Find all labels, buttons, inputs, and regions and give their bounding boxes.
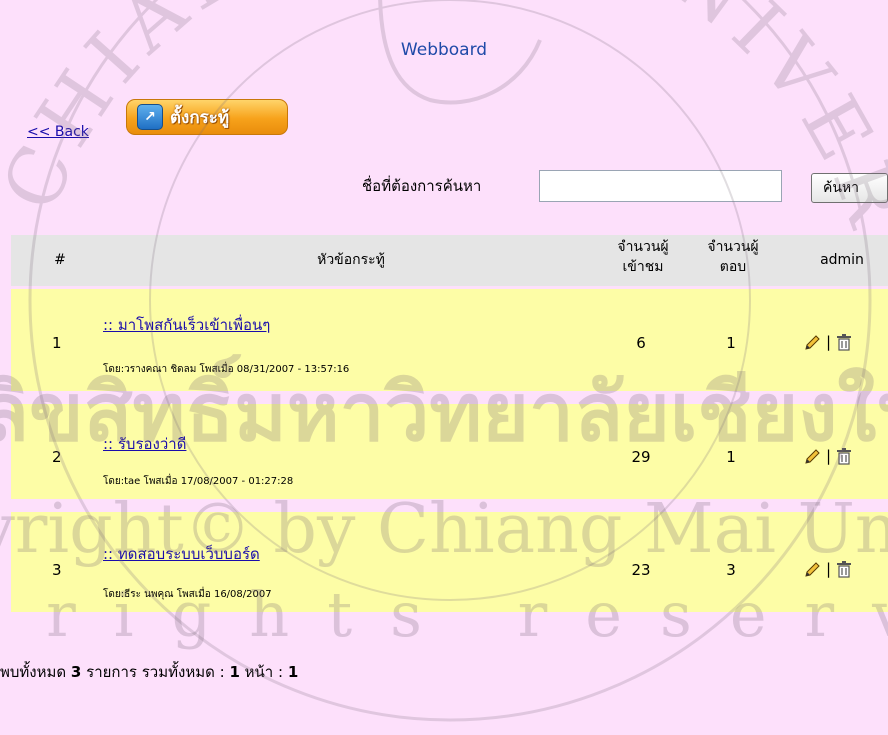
row-actions: | bbox=[804, 560, 852, 578]
row-actions: | bbox=[804, 333, 852, 351]
header-replies-line1: จำนวนผู้ bbox=[707, 239, 759, 255]
summary-prefix: พบทั้งหมด bbox=[0, 663, 67, 681]
search-input[interactable] bbox=[539, 170, 782, 202]
header-replies-line2: ตอบ bbox=[719, 259, 747, 275]
action-separator: | bbox=[826, 333, 832, 351]
topic-link[interactable]: :: มาโพสกันเร็วเข้าเพื่อนๆ bbox=[103, 313, 270, 337]
table-header: # หัวข้อกระทู้ จำนวนผู้ เข้าชม จำนวนผู้ … bbox=[11, 235, 888, 286]
back-link[interactable]: << Back bbox=[27, 124, 89, 140]
page-title: Webboard bbox=[400, 40, 488, 60]
header-admin: admin bbox=[820, 252, 864, 268]
replies-count: 1 bbox=[726, 334, 736, 352]
new-topic-label: ตั้งกระทู้ bbox=[170, 107, 230, 128]
result-summary: พบทั้งหมด 3 รายการ รวมทั้งหมด : 1 หน้า :… bbox=[0, 660, 298, 684]
webboard-panel: Webboard << Back ↗ ตั้งกระทู้ ชื่อที่ต้อ… bbox=[0, 0, 888, 735]
action-separator: | bbox=[826, 560, 832, 578]
topic-link[interactable]: :: ทดสอบระบบเว็บบอร์ด bbox=[103, 542, 260, 566]
action-separator: | bbox=[826, 447, 832, 465]
row-number: 1 bbox=[52, 334, 62, 352]
search-button[interactable]: ค้นหา bbox=[811, 173, 888, 203]
search-label: ชื่อที่ต้องการค้นหา bbox=[362, 177, 482, 195]
pencil-icon[interactable] bbox=[804, 448, 821, 465]
summary-count: 3 bbox=[70, 663, 82, 681]
summary-current: 1 bbox=[287, 663, 299, 681]
topic-meta: โดย:tae โพสเมื่อ 17/08/2007 - 01:27:28 bbox=[103, 476, 294, 487]
replies-count: 1 bbox=[726, 448, 736, 466]
topic-meta: โดย:ธีระ นพคุณ โพสเมื่อ 16/08/2007 bbox=[103, 589, 272, 600]
header-topic: หัวข้อกระทู้ bbox=[317, 252, 385, 268]
new-topic-button[interactable]: ↗ ตั้งกระทู้ bbox=[126, 99, 288, 135]
trash-icon[interactable] bbox=[836, 333, 852, 351]
topic-meta: โดย:วรางคณา ชิดลม โพสเมื่อ 08/31/2007 - … bbox=[103, 364, 350, 375]
topic-link[interactable]: :: รับรองว่าดี bbox=[103, 432, 186, 456]
summary-page-word: หน้า : bbox=[244, 663, 284, 681]
views-count: 6 bbox=[636, 334, 646, 352]
table-row: 3 :: ทดสอบระบบเว็บบอร์ด โดย:ธีระ นพคุณ โ… bbox=[11, 512, 888, 612]
header-views-line1: จำนวนผู้ bbox=[617, 239, 669, 255]
header-number: # bbox=[54, 252, 66, 268]
pencil-icon[interactable] bbox=[804, 334, 821, 351]
summary-mid: รายการ รวมทั้งหมด : bbox=[86, 663, 225, 681]
views-count: 29 bbox=[631, 448, 651, 466]
header-views-line2: เข้าชม bbox=[622, 259, 664, 275]
pencil-icon[interactable] bbox=[804, 561, 821, 578]
header-replies: จำนวนผู้ ตอบ bbox=[693, 237, 773, 277]
views-count: 23 bbox=[631, 561, 651, 579]
table-row: 2 :: รับรองว่าดี โดย:tae โพสเมื่อ 17/08/… bbox=[11, 404, 888, 499]
row-actions: | bbox=[804, 447, 852, 465]
replies-count: 3 bbox=[726, 561, 736, 579]
table-row: 1 :: มาโพสกันเร็วเข้าเพื่อนๆ โดย:วรางคณา… bbox=[11, 289, 888, 391]
new-topic-icon: ↗ bbox=[137, 104, 163, 130]
header-views: จำนวนผู้ เข้าชม bbox=[603, 237, 683, 277]
summary-pages: 1 bbox=[229, 663, 240, 681]
trash-icon[interactable] bbox=[836, 560, 852, 578]
trash-icon[interactable] bbox=[836, 447, 852, 465]
row-number: 3 bbox=[52, 561, 62, 579]
row-number: 2 bbox=[52, 448, 62, 466]
